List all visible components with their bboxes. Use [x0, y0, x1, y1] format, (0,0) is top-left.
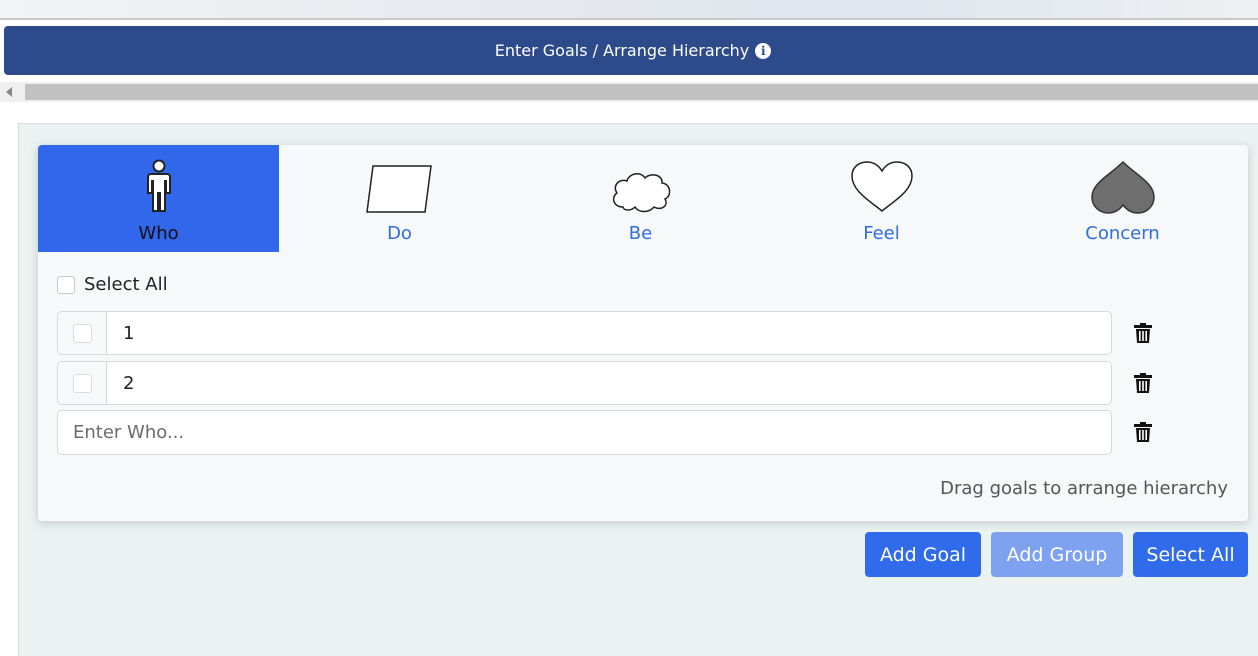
select-all-row: Select All — [57, 274, 168, 295]
scroll-left-arrow-icon[interactable] — [6, 87, 12, 97]
scrollbar-thumb[interactable] — [25, 84, 1258, 100]
new-goal-input[interactable] — [57, 410, 1112, 455]
tab-label-feel: Feel — [863, 223, 900, 244]
trash-icon[interactable] — [1134, 373, 1152, 393]
person-icon — [146, 159, 171, 212]
info-icon[interactable]: i — [755, 42, 772, 59]
goals-card: Who Do Be Feel Concern Select All 1 2 En… — [38, 145, 1248, 521]
goal-value[interactable]: 1 — [107, 323, 134, 344]
tab-concern[interactable]: Concern — [1002, 145, 1243, 252]
goal-checkbox-cell — [58, 312, 107, 354]
heart-icon — [850, 161, 913, 212]
page-title: Enter Goals / Arrange Hierarchy — [494, 41, 750, 60]
goal-type-tabs: Who Do Be Feel Concern — [38, 145, 1248, 252]
tab-who[interactable]: Who — [38, 145, 279, 252]
parallelogram-icon — [365, 165, 432, 213]
tab-label-do: Do — [387, 223, 412, 244]
tab-label-who: Who — [138, 223, 179, 244]
select-all-checkbox[interactable] — [57, 275, 75, 294]
tab-be[interactable]: Be — [520, 145, 761, 252]
tab-feel[interactable]: Feel — [761, 145, 1002, 252]
goal-value[interactable]: 2 — [107, 373, 134, 394]
tab-do[interactable]: Do — [279, 145, 520, 252]
goal-row[interactable]: 2 — [57, 361, 1112, 405]
add-group-button[interactable]: Add Group — [991, 532, 1123, 577]
goal-checkbox[interactable] — [72, 373, 92, 393]
trash-icon[interactable] — [1134, 422, 1152, 442]
tab-label-be: Be — [628, 223, 653, 244]
cloud-icon — [612, 173, 670, 213]
tab-label-concern: Concern — [1085, 223, 1160, 244]
select-all-label[interactable]: Select All — [84, 274, 168, 295]
drag-hint: Drag goals to arrange hierarchy — [940, 478, 1228, 499]
goal-checkbox-cell — [58, 362, 107, 404]
goal-checkbox[interactable] — [72, 323, 92, 343]
add-goal-button[interactable]: Add Goal — [865, 532, 981, 577]
horizontal-scrollbar[interactable] — [0, 82, 1258, 102]
background-window-strip — [0, 0, 1258, 20]
select-all-button[interactable]: Select All — [1133, 532, 1248, 577]
trash-icon[interactable] — [1134, 323, 1152, 343]
header-bar: Enter Goals / Arrange Hierarchy i — [4, 26, 1258, 75]
goal-row[interactable]: 1 — [57, 311, 1112, 355]
inverted-heart-icon — [1090, 160, 1155, 214]
